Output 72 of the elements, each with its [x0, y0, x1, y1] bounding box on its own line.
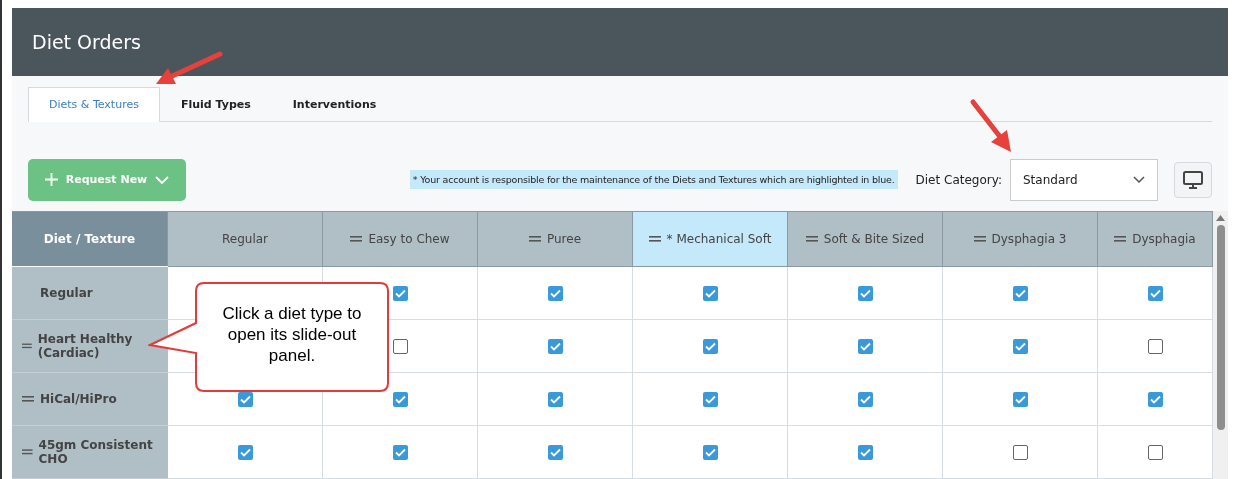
column-label: Soft & Bite Sized	[823, 232, 925, 246]
checkbox[interactable]	[1012, 338, 1028, 354]
tab[interactable]: Interventions	[271, 86, 398, 122]
checkbox[interactable]	[547, 285, 563, 301]
column-label: Puree	[546, 232, 582, 246]
checkbox[interactable]	[1012, 285, 1028, 301]
row-header[interactable]: Heart Healthy (Cardiac)	[12, 320, 168, 373]
monitor-icon	[1183, 170, 1203, 189]
checkbox[interactable]	[702, 444, 718, 460]
row-header[interactable]: 45gm Consistent CHO	[12, 426, 168, 479]
plus-icon	[44, 173, 58, 187]
drag-handle-icon[interactable]	[973, 236, 986, 242]
column-label: Dysphagia	[1132, 232, 1196, 246]
row-label: HiCal/HiPro	[40, 392, 117, 406]
chevron-down-icon	[155, 175, 170, 184]
checkbox[interactable]	[1147, 285, 1163, 301]
checkbox[interactable]	[237, 444, 253, 460]
drag-handle-icon[interactable]	[648, 236, 661, 242]
checkbox[interactable]	[1012, 444, 1028, 460]
page-title: Diet Orders	[32, 30, 141, 53]
drag-handle-icon[interactable]	[350, 236, 363, 242]
checkbox[interactable]	[1147, 444, 1163, 460]
column-header[interactable]: * Mechanical Soft	[633, 212, 788, 267]
checkbox[interactable]	[547, 391, 563, 407]
column-header[interactable]: Easy to Chew	[323, 212, 478, 267]
checkbox[interactable]	[1147, 391, 1163, 407]
tab[interactable]: Fluid Types	[159, 86, 272, 122]
column-header[interactable]: Soft & Bite Sized	[788, 212, 943, 267]
checkbox[interactable]	[702, 285, 718, 301]
checkbox[interactable]	[1012, 391, 1028, 407]
checkbox[interactable]	[857, 444, 873, 460]
scrollbar[interactable]	[1213, 211, 1228, 479]
checkbox[interactable]	[547, 338, 563, 354]
diet-category-label: Diet Category:	[915, 172, 1002, 187]
checkbox[interactable]	[547, 444, 563, 460]
drag-handle-icon[interactable]	[1114, 236, 1127, 242]
checkbox[interactable]	[392, 338, 408, 354]
row-label: 45gm Consistent CHO	[38, 438, 154, 466]
checkbox[interactable]	[392, 391, 408, 407]
notice-text: * Your account is responsible for the maintenance of the Diets and Textures which are highlighted in blue.	[409, 170, 898, 190]
checkbox[interactable]	[702, 391, 718, 407]
row-header[interactable]: Regular	[12, 267, 168, 320]
drag-handle-icon[interactable]	[528, 236, 541, 242]
checkbox[interactable]	[392, 285, 408, 301]
row-label: Heart Healthy (Cardiac)	[37, 332, 134, 360]
chevron-down-icon	[1133, 176, 1145, 184]
checkbox[interactable]	[392, 444, 408, 460]
checkbox[interactable]	[857, 285, 873, 301]
column-header[interactable]: Regular	[168, 212, 323, 267]
monitor-button[interactable]	[1174, 161, 1212, 198]
drag-handle-icon[interactable]	[22, 449, 33, 455]
checkbox[interactable]	[702, 338, 718, 354]
column-label: Regular	[222, 232, 268, 246]
row-label: Regular	[40, 286, 93, 300]
column-label: * Mechanical Soft	[666, 232, 772, 246]
column-header[interactable]: Dysphagia	[1098, 212, 1213, 267]
column-header[interactable]: Puree	[478, 212, 633, 267]
checkbox[interactable]	[1147, 338, 1163, 354]
drag-handle-icon[interactable]	[22, 343, 32, 349]
scroll-up-icon[interactable]	[1216, 215, 1225, 221]
checkbox[interactable]	[857, 391, 873, 407]
corner-header: Diet / Texture	[12, 212, 168, 266]
diet-category-select[interactable]: Standard	[1010, 158, 1158, 201]
tab[interactable]: Diets & Textures	[28, 86, 160, 122]
callout-tooltip: Click a diet type to open its slide-out panel.	[148, 281, 390, 394]
column-label: Easy to Chew	[368, 232, 450, 246]
drag-handle-icon[interactable]	[805, 236, 818, 242]
row-header[interactable]: HiCal/HiPro	[12, 373, 168, 426]
drag-handle-icon[interactable]	[22, 396, 34, 402]
checkbox[interactable]	[857, 338, 873, 354]
column-header[interactable]: Dysphagia 3	[943, 212, 1098, 267]
column-label: Dysphagia 3	[991, 232, 1067, 246]
